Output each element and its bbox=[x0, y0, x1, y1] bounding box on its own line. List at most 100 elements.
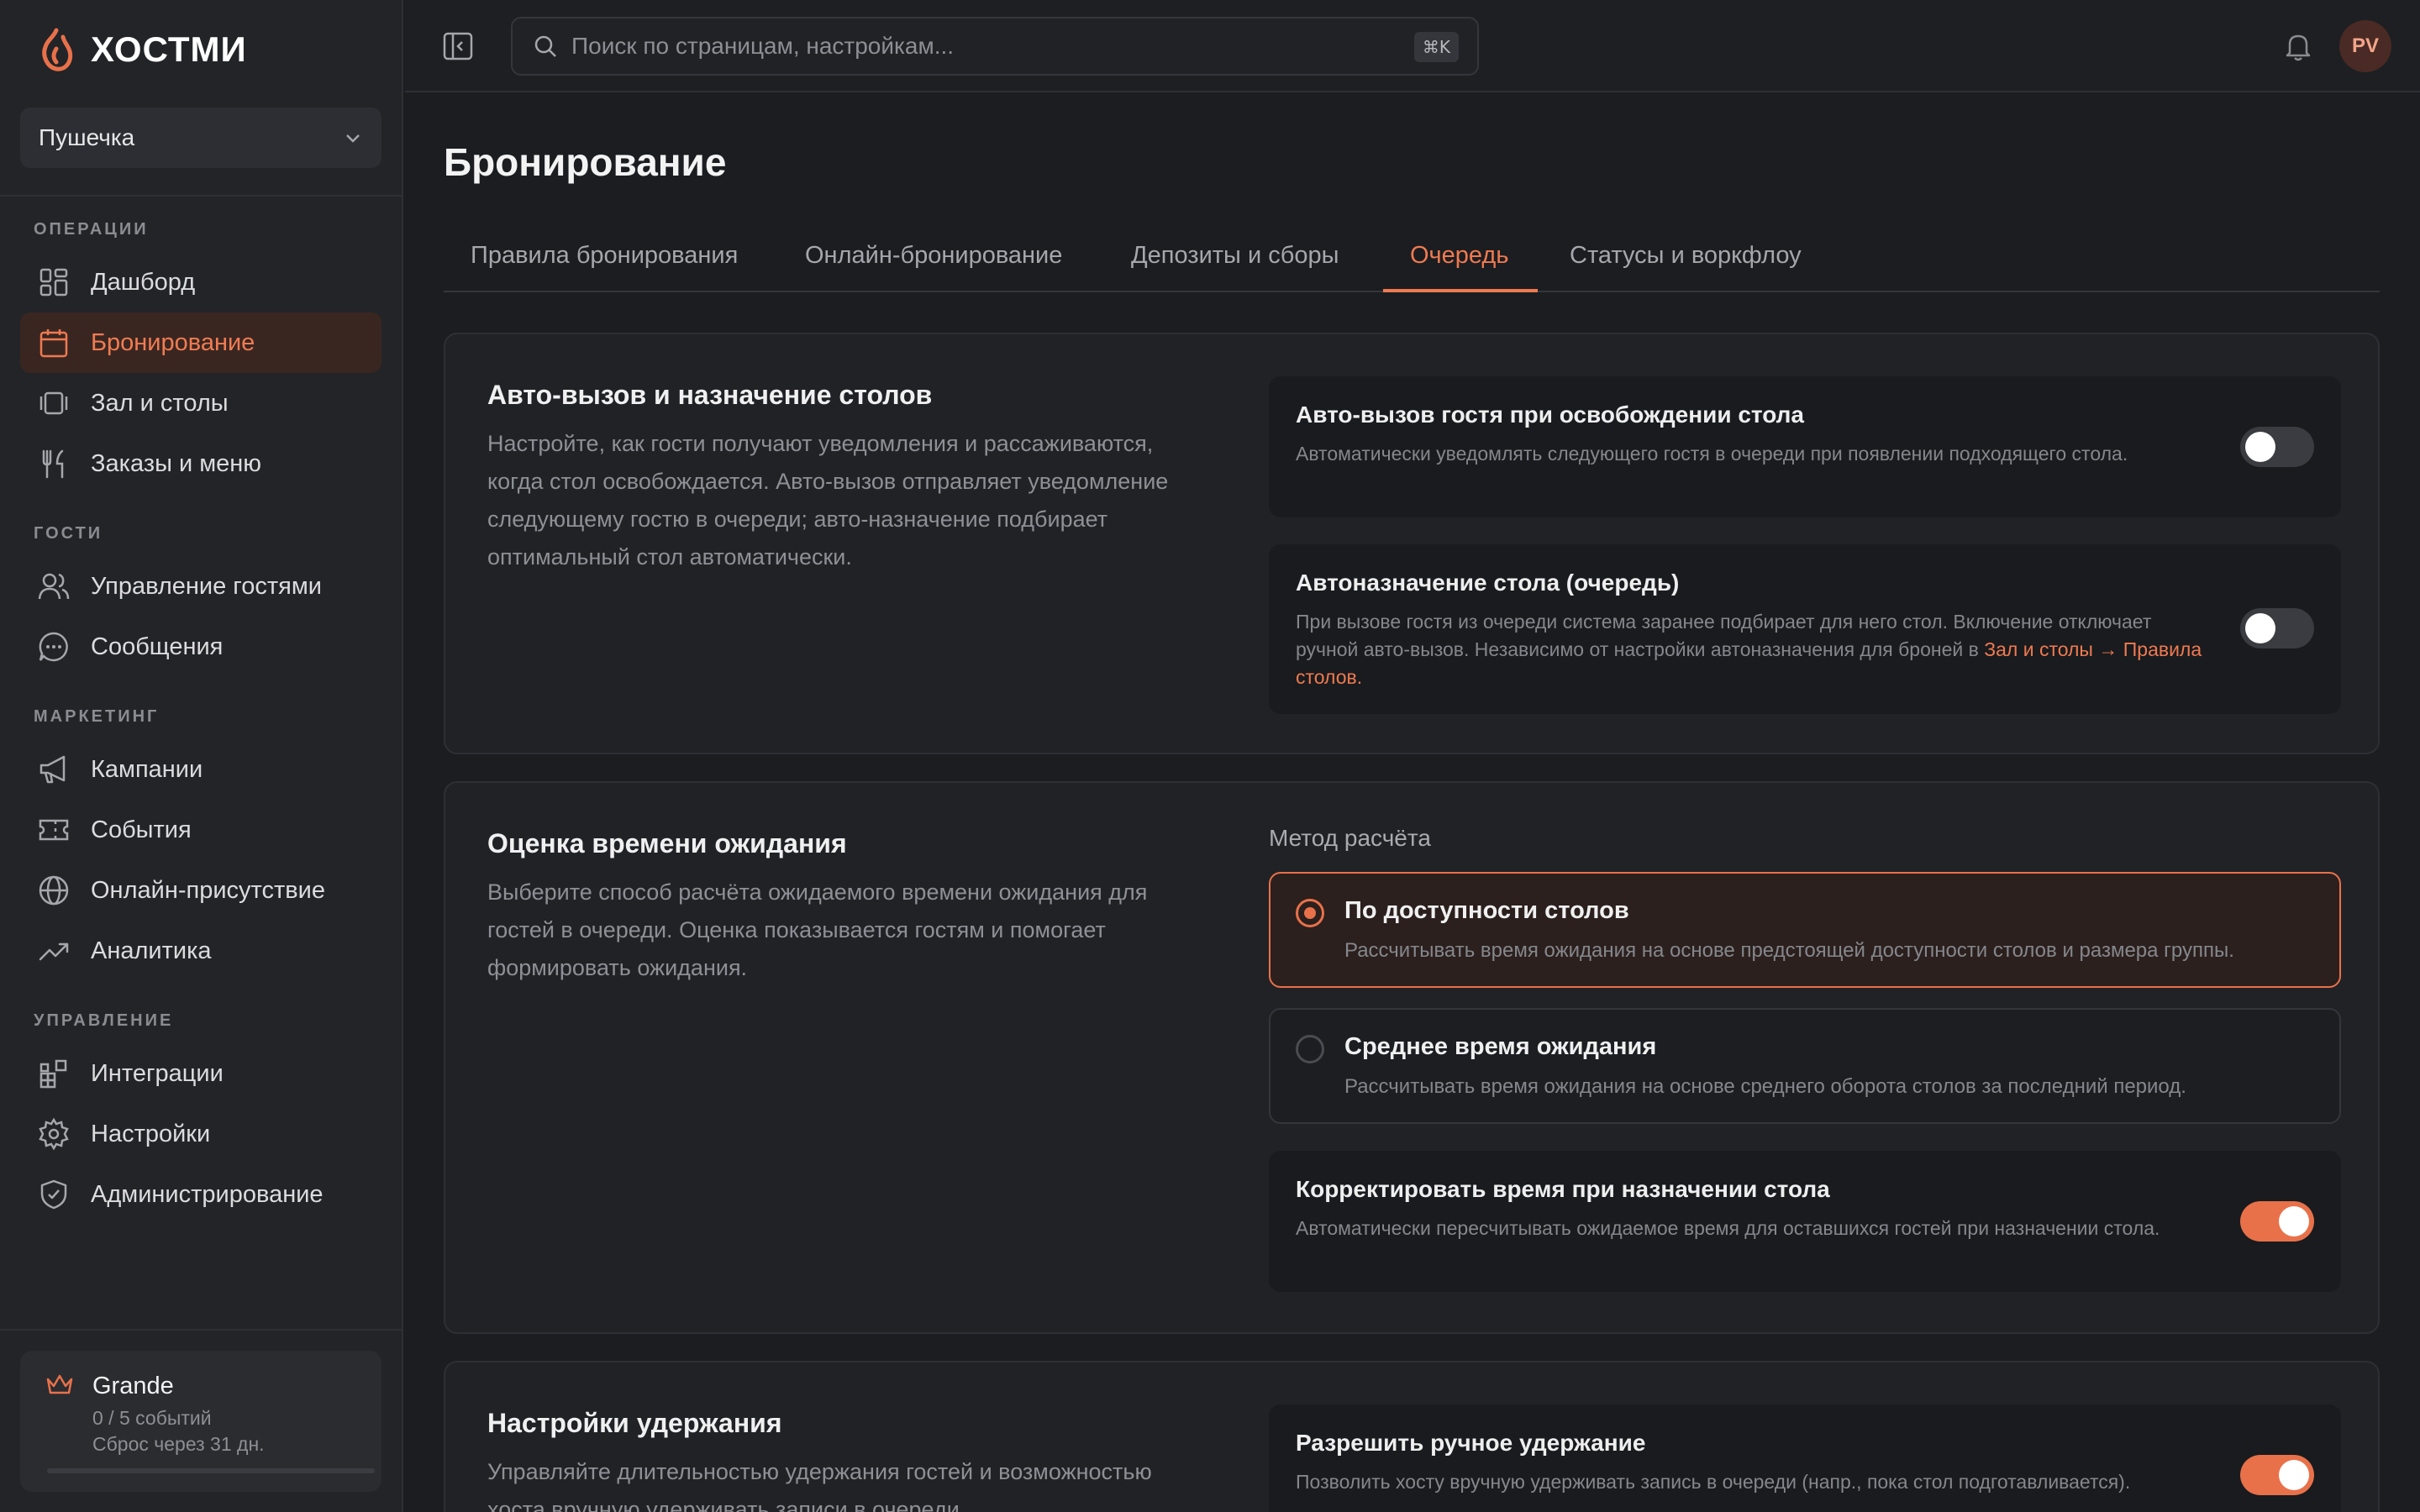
active-tab-indicator bbox=[1383, 289, 1538, 292]
sidebar-item-label: Дашборд bbox=[91, 268, 196, 296]
radio-title: По доступности столов bbox=[1344, 897, 1629, 924]
card-title: Оценка времени ожидания bbox=[487, 828, 847, 858]
globe-icon bbox=[39, 875, 69, 906]
sidebar-item-label: Управление гостями bbox=[91, 572, 322, 600]
crown-icon bbox=[46, 1374, 73, 1394]
setting-description: Автоматически пересчитывать ожидаемое вр… bbox=[1296, 1217, 2160, 1239]
sidebar-item-online[interactable]: Онлайн-присутствие bbox=[20, 860, 381, 921]
sidebar-item-label: Заказы и меню bbox=[91, 449, 262, 477]
sidebar-item-orders[interactable]: Заказы и меню bbox=[20, 433, 381, 494]
search-icon bbox=[534, 35, 556, 57]
card-description: Управляйте длительностью удержания госте… bbox=[487, 1459, 1152, 1512]
brand-logo[interactable]: ХОСТМИ bbox=[35, 25, 247, 74]
sidebar-divider bbox=[0, 195, 403, 197]
card-description: Выберите способ расчёта ожидаемого време… bbox=[487, 879, 1148, 980]
toggle-knob bbox=[2279, 1206, 2309, 1236]
radio-title: Среднее время ожидания bbox=[1344, 1033, 1657, 1060]
tab-booking-rules[interactable]: Правила бронирования bbox=[471, 242, 738, 270]
radio-option-availability[interactable]: По доступности столов Рассчитывать время… bbox=[1269, 872, 2341, 988]
dashboard-icon bbox=[39, 268, 68, 297]
plan-card[interactable]: Grande 0 / 5 событий Сброс через 31 дн. bbox=[20, 1351, 381, 1492]
sidebar-item-settings[interactable]: Настройки bbox=[20, 1104, 381, 1164]
setting-title: Автоназначение стола (очередь) bbox=[1296, 570, 1680, 596]
sidebar-item-booking[interactable]: Бронирование bbox=[20, 312, 381, 373]
sidebar-item-label: Онлайн-присутствие bbox=[91, 876, 325, 904]
ticket-icon bbox=[39, 819, 69, 841]
sidebar-item-messages[interactable]: Сообщения bbox=[20, 617, 381, 677]
gear-icon bbox=[39, 1117, 69, 1151]
card-description: Настройте, как гости получают уведомлени… bbox=[487, 431, 1169, 570]
setting-autocall: Авто-вызов гостя при освобождении стола … bbox=[1269, 376, 2341, 517]
setting-title: Разрешить ручное удержание bbox=[1296, 1430, 1646, 1456]
section-label-operations: ОПЕРАЦИИ bbox=[34, 220, 149, 239]
users-icon bbox=[38, 573, 70, 600]
radio-description: Рассчитывать время ожидания на основе ср… bbox=[1344, 1075, 2186, 1098]
search-input[interactable] bbox=[571, 33, 1412, 60]
toggle-knob bbox=[2245, 432, 2275, 462]
plan-name: Grande bbox=[92, 1373, 174, 1399]
sidebar-item-analytics[interactable]: Аналитика bbox=[20, 921, 381, 981]
tab-bar: Правила бронирования Онлайн-бронирование… bbox=[444, 227, 2380, 292]
sidebar-item-integrations[interactable]: Интеграции bbox=[20, 1043, 381, 1104]
sidebar-item-label: Сообщения bbox=[91, 633, 224, 660]
card-title: Настройки удержания bbox=[487, 1408, 782, 1438]
setting-description: При вызове гостя из очереди система зара… bbox=[1296, 608, 2212, 691]
tab-queue[interactable]: Очередь bbox=[1410, 242, 1508, 270]
adjust-time-toggle[interactable] bbox=[2240, 1201, 2314, 1242]
plan-reset: Сброс через 31 дн. bbox=[92, 1433, 265, 1455]
sidebar-item-label: Кампании bbox=[91, 755, 203, 783]
plan-usage: 0 / 5 событий bbox=[92, 1407, 212, 1429]
search-box[interactable]: ⌘K bbox=[511, 17, 1479, 76]
sidebar-item-campaigns[interactable]: Кампании bbox=[20, 739, 381, 800]
trend-icon bbox=[39, 942, 69, 961]
plan-progress-bar bbox=[47, 1468, 375, 1473]
page-title: Бронирование bbox=[444, 140, 727, 184]
hold-settings-card: Настройки удержания Управляйте длительно… bbox=[444, 1361, 2380, 1512]
sidebar-item-label: Интеграции bbox=[91, 1059, 224, 1087]
sidebar-item-label: Настройки bbox=[91, 1120, 211, 1147]
sidebar: ХОСТМИ Пушечка ОПЕРАЦИИ Дашборд Брониров… bbox=[0, 0, 403, 1512]
sidebar-item-label: Бронирование bbox=[91, 328, 255, 356]
setting-description: Позволить хосту вручную удерживать запис… bbox=[1296, 1471, 2131, 1493]
wait-estimate-card: Оценка времени ожидания Выберите способ … bbox=[444, 781, 2380, 1334]
message-icon bbox=[39, 632, 68, 662]
sidebar-divider bbox=[0, 1329, 403, 1331]
autoassign-toggle[interactable] bbox=[2240, 608, 2314, 648]
setting-title: Корректировать время при назначении стол… bbox=[1296, 1176, 1830, 1202]
topbar: ⌘K PV bbox=[405, 0, 2420, 92]
manual-hold-toggle[interactable] bbox=[2240, 1455, 2314, 1495]
section-label-guests: ГОСТИ bbox=[34, 524, 103, 543]
method-label: Метод расчёта bbox=[1269, 825, 1431, 851]
toggle-knob bbox=[2245, 613, 2275, 643]
brand-name: ХОСТМИ bbox=[91, 29, 247, 69]
radio-option-average[interactable]: Среднее время ожидания Рассчитывать врем… bbox=[1269, 1008, 2341, 1124]
blocks-icon bbox=[39, 1059, 67, 1089]
chevron-down-icon bbox=[346, 134, 360, 143]
radio-button[interactable] bbox=[1296, 1035, 1324, 1063]
sidebar-item-tables[interactable]: Зал и столы bbox=[20, 373, 381, 433]
tab-statuses[interactable]: Статусы и воркфлоу bbox=[1570, 242, 1802, 270]
shield-icon bbox=[40, 1179, 67, 1210]
setting-adjust-time: Корректировать время при назначении стол… bbox=[1269, 1151, 2341, 1292]
radio-button[interactable] bbox=[1296, 899, 1324, 927]
setting-manual-hold: Разрешить ручное удержание Позволить хос… bbox=[1269, 1404, 2341, 1512]
sidebar-item-label: Зал и столы bbox=[91, 389, 229, 417]
sidebar-item-label: События bbox=[91, 816, 192, 843]
calendar-icon bbox=[39, 329, 68, 358]
megaphone-icon bbox=[39, 755, 66, 784]
workspace-selector[interactable]: Пушечка bbox=[20, 108, 381, 168]
sidebar-item-events[interactable]: События bbox=[20, 800, 381, 860]
sidebar-item-admin[interactable]: Администрирование bbox=[20, 1164, 381, 1225]
toggle-knob bbox=[2279, 1460, 2309, 1490]
autocall-toggle[interactable] bbox=[2240, 427, 2314, 467]
setting-autoassign: Автоназначение стола (очередь) При вызов… bbox=[1269, 544, 2341, 714]
sidebar-item-dashboard[interactable]: Дашборд bbox=[20, 252, 381, 312]
tables-icon bbox=[39, 391, 68, 415]
tab-deposits[interactable]: Депозиты и сборы bbox=[1131, 242, 1339, 270]
user-avatar[interactable]: PV bbox=[2339, 20, 2391, 72]
bell-icon[interactable] bbox=[2282, 30, 2314, 62]
search-shortcut: ⌘K bbox=[1413, 32, 1459, 62]
sidebar-toggle-icon[interactable] bbox=[442, 30, 474, 62]
sidebar-item-guests[interactable]: Управление гостями bbox=[20, 556, 381, 617]
tab-online-booking[interactable]: Онлайн-бронирование bbox=[805, 242, 1062, 270]
